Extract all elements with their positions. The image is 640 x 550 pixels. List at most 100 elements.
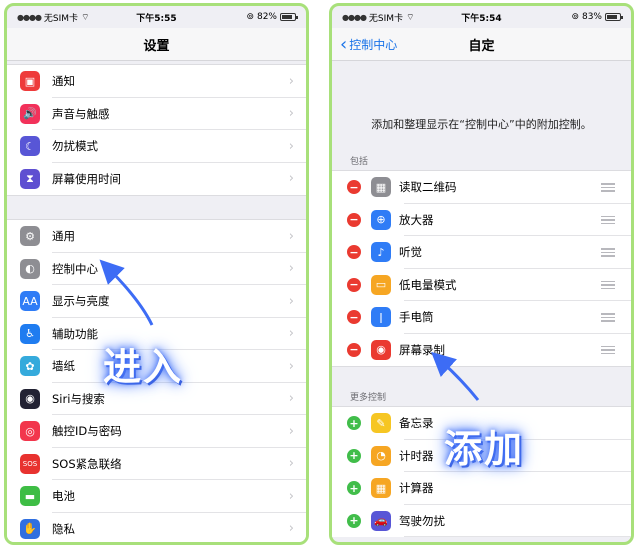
settings-row-speaker[interactable]: 🔊 声音与触感 › <box>7 98 306 130</box>
settings-screen: ●●●● 无SIM卡 ⌔ 下午5:55 ⊚ 82% 设置 ▣ 通知 › 🔊 声音与触感 ›… <box>4 3 309 545</box>
signal-dots-icon: ●●●● <box>342 12 367 22</box>
chevron-right-icon: › <box>288 293 294 309</box>
carrier-label: 无SIM卡 <box>368 13 404 24</box>
control-row-label: 计算器 <box>399 481 434 496</box>
settings-row-bell[interactable]: ▣ 通知 › <box>7 65 306 98</box>
settings-row-hand[interactable]: ✋ 隐私 › <box>7 513 306 543</box>
add-control-button[interactable]: + <box>347 481 361 496</box>
back-button[interactable]: ‹ 控制中心 <box>340 28 397 61</box>
calculator-icon: ▦ <box>371 478 391 499</box>
remove-control-button[interactable]: − <box>347 180 361 195</box>
remove-control-button[interactable]: − <box>347 277 361 292</box>
ear-icon: ♪ <box>371 242 391 263</box>
chevron-right-icon: › <box>288 171 294 187</box>
magnifier-icon: ⊕ <box>371 209 391 230</box>
qr-scan-icon: ▦ <box>371 177 391 198</box>
reorder-handle-icon[interactable] <box>601 248 615 257</box>
record-icon: ◉ <box>371 339 391 360</box>
accessibility-icon: ♿ <box>20 323 40 344</box>
settings-row-gear[interactable]: ⚙ 通用 › <box>7 220 306 253</box>
settings-row-label: SOS紧急联络 <box>52 456 122 471</box>
control-row-label: 读取二维码 <box>399 180 457 195</box>
control-row-label: 放大器 <box>399 212 434 227</box>
reorder-handle-icon[interactable] <box>601 215 615 224</box>
control-row-label: 屏幕录制 <box>399 342 445 357</box>
settings-row-fingerprint[interactable]: ◎ 触控ID与密码 › <box>7 415 306 448</box>
settings-group-notifications: ▣ 通知 › 🔊 声音与触感 › ☾ 勿扰模式 › ⧗ 屏幕使用时间 › <box>7 64 306 196</box>
overlay-add-text: 添加 <box>444 427 525 471</box>
back-label: 控制中心 <box>349 38 398 52</box>
flashlight-icon: ǀ <box>371 307 391 328</box>
settings-row-label: 电池 <box>52 489 75 504</box>
remove-control-button[interactable]: − <box>347 310 361 325</box>
add-control-button[interactable]: + <box>347 416 361 431</box>
nav-bar: 设置 <box>7 28 306 61</box>
chevron-right-icon: › <box>288 488 294 504</box>
fingerprint-icon: ◎ <box>20 421 40 442</box>
status-bar: ●●●● 无SIM卡 ⌔ 下午5:54 ⊚ 83% <box>332 6 631 28</box>
settings-row-label: Siri与搜索 <box>52 391 105 406</box>
battery-percent: 83% <box>581 12 602 22</box>
settings-row-hourglass[interactable]: ⧗ 屏幕使用时间 › <box>7 163 306 196</box>
settings-row-moon[interactable]: ☾ 勿扰模式 › <box>7 130 306 163</box>
row-divider <box>404 536 631 537</box>
remove-control-button[interactable]: − <box>347 212 361 227</box>
orientation-lock-icon: ⊚ <box>246 12 254 22</box>
gear-icon: ⚙ <box>20 226 40 247</box>
settings-row-label: 通用 <box>52 229 75 244</box>
page-title: 自定 <box>468 38 495 54</box>
hourglass-icon: ⧗ <box>20 168 40 189</box>
chevron-right-icon: › <box>288 228 294 244</box>
section-header-included: 包括 <box>350 157 369 167</box>
battery-percent: 82% <box>256 12 277 22</box>
add-control-button[interactable]: + <box>347 513 361 528</box>
remove-control-button[interactable]: − <box>347 245 361 260</box>
chevron-left-icon: ‹ <box>340 33 348 55</box>
settings-row-battery[interactable]: ▬ 电池 › <box>7 480 306 513</box>
control-row-car: + 🚗 驾驶勿扰 <box>332 505 631 537</box>
speaker-icon: 🔊 <box>20 103 40 124</box>
settings-row-label: 声音与触感 <box>52 106 110 121</box>
add-control-button[interactable]: + <box>347 448 361 463</box>
settings-row-sos[interactable]: SOS SOS紧急联络 › <box>7 448 306 480</box>
reorder-handle-icon[interactable] <box>601 345 615 354</box>
siri-icon: ◉ <box>20 388 40 409</box>
control-row-record: − ◉ 屏幕录制 <box>332 334 631 367</box>
control-row-ear: − ♪ 听觉 <box>332 236 631 269</box>
settings-row-label: 显示与亮度 <box>52 294 110 309</box>
chevron-right-icon: › <box>288 358 294 374</box>
reorder-handle-icon[interactable] <box>601 313 615 322</box>
control-row-flashlight: − ǀ 手电筒 <box>332 301 631 334</box>
text-size-icon: AA <box>20 291 40 312</box>
settings-row-text-size[interactable]: AA 显示与亮度 › <box>7 285 306 318</box>
nav-bar: ‹ 控制中心 自定 <box>332 28 631 61</box>
settings-row-label: 隐私 <box>52 521 75 536</box>
description-text: 添加和整理显示在“控制中心”中的附加控制。 <box>371 118 592 131</box>
section-header-more: 更多控制 <box>350 393 387 403</box>
low-power-icon: ▭ <box>371 274 391 295</box>
battery-icon: ▬ <box>20 486 40 507</box>
overlay-enter-text: 进入 <box>103 345 184 389</box>
bell-icon: ▣ <box>20 71 40 92</box>
wifi-icon: ⌔ <box>81 12 90 23</box>
orientation-lock-icon: ⊚ <box>571 12 579 22</box>
control-row-magnifier: − ⊕ 放大器 <box>332 204 631 236</box>
control-row-low-power: − ▭ 低电量模式 <box>332 269 631 301</box>
chevron-right-icon: › <box>288 423 294 439</box>
status-bar: ●●●● 无SIM卡 ⌔ 下午5:55 ⊚ 82% <box>7 6 306 28</box>
control-row-label: 低电量模式 <box>399 277 457 292</box>
reorder-handle-icon[interactable] <box>601 280 615 289</box>
control-row-qr-scan: − ▦ 读取二维码 <box>332 171 631 204</box>
reorder-handle-icon[interactable] <box>601 183 615 192</box>
settings-row-toggles[interactable]: ◐ 控制中心 › <box>7 253 306 285</box>
hand-icon: ✋ <box>20 518 40 539</box>
page-title: 设置 <box>143 38 170 54</box>
control-row-label: 听觉 <box>399 245 422 260</box>
chevron-right-icon: › <box>288 106 294 122</box>
toggles-icon: ◐ <box>20 258 40 279</box>
battery-icon <box>280 13 298 21</box>
flower-icon: ✿ <box>20 356 40 377</box>
control-row-calculator: + ▦ 计算器 <box>332 472 631 505</box>
included-controls-list: − ▦ 读取二维码 − ⊕ 放大器 − ♪ 听觉 − ▭ 低电量模式 − ǀ 手电筒 − ◉ 屏幕录制 <box>332 170 631 367</box>
remove-control-button[interactable]: − <box>347 342 361 357</box>
